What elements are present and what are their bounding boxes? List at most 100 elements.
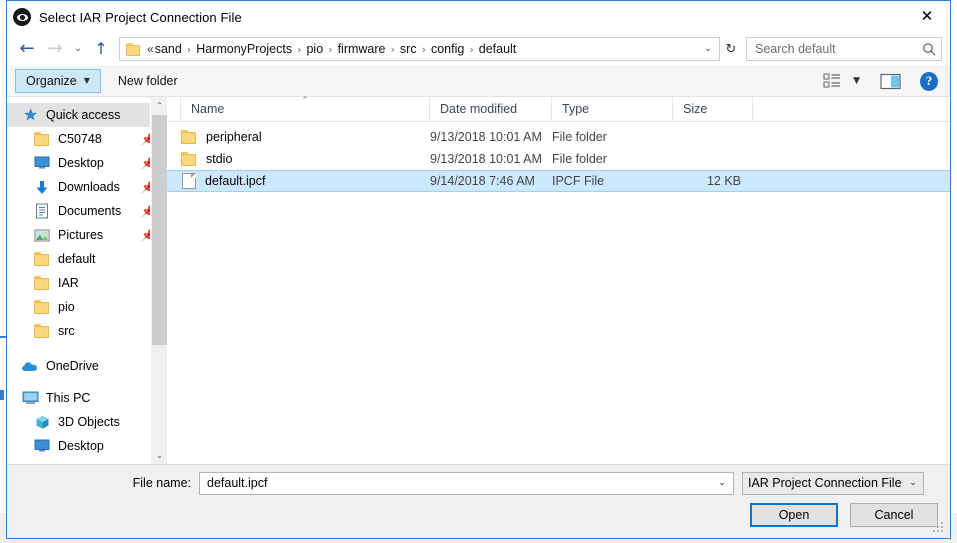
search-input[interactable]: Search default <box>755 42 922 56</box>
3d-objects-icon <box>33 414 51 430</box>
sidebar-item-pio[interactable]: pio <box>7 295 167 319</box>
file-name-label: stdio <box>206 152 233 166</box>
breadcrumb-sep-0[interactable]: › <box>182 43 196 56</box>
column-header-date-modified[interactable]: Date modified <box>430 97 552 121</box>
chevron-down-icon: ▼ <box>853 76 860 86</box>
sidebar-item-label: 3D Objects <box>58 415 120 429</box>
sidebar-item-default[interactable]: default <box>7 247 167 271</box>
preview-pane-icon <box>880 73 901 89</box>
breadcrumb-sep-4[interactable]: › <box>417 43 431 56</box>
sidebar-item-label: Quick access <box>46 108 121 122</box>
iar-app-icon <box>13 8 31 26</box>
file-icon <box>182 173 196 189</box>
breadcrumb-item-5[interactable]: config <box>431 42 464 56</box>
organize-button[interactable]: Organize ▼ <box>15 68 101 93</box>
breadcrumb-bar[interactable]: « sand › HarmonyProjects › pio › firmwar… <box>119 37 720 61</box>
table-row[interactable]: stdio 9/13/2018 10:01 AM File folder <box>167 148 950 170</box>
close-icon[interactable]: ✕ <box>904 1 950 32</box>
scroll-up-icon[interactable]: ⌃ <box>151 97 167 114</box>
file-type-filter-select[interactable]: IAR Project Connection File (*.ip ⌄ <box>742 471 924 495</box>
scrollbar-thumb[interactable] <box>152 115 167 345</box>
search-box[interactable]: Search default <box>746 37 942 61</box>
help-button[interactable]: ? <box>916 68 942 94</box>
command-bar-right-group: ▼ ? <box>819 65 942 97</box>
cancel-button[interactable]: Cancel <box>850 503 938 527</box>
sidebar-item-label: pio <box>58 300 75 314</box>
sidebar-item-c50748[interactable]: C50748 📌 <box>7 127 167 151</box>
column-header-row: ⌃ Name Date modified Type Size <box>167 96 950 122</box>
file-name-input[interactable]: default.ipcf ⌄ <box>199 471 734 495</box>
sidebar-item-documents[interactable]: Documents 📌 <box>7 199 167 223</box>
breadcrumb-sep-3[interactable]: › <box>386 43 400 56</box>
breadcrumb-item-4[interactable]: src <box>400 42 417 56</box>
breadcrumb-sep-2[interactable]: › <box>323 43 337 56</box>
sidebar-item-src[interactable]: src <box>7 319 167 343</box>
navigation-scrollbar[interactable]: ⌃ ⌄ <box>150 97 167 464</box>
file-type-cell: File folder <box>552 130 607 144</box>
breadcrumb-item-1[interactable]: HarmonyProjects <box>196 42 292 56</box>
download-icon <box>33 179 51 195</box>
sidebar-item-label: default <box>58 252 96 266</box>
file-type-cell: File folder <box>552 152 607 166</box>
breadcrumb: « sand › HarmonyProjects › pio › firmwar… <box>147 42 699 56</box>
column-header-size[interactable]: Size <box>673 97 753 121</box>
recent-locations-icon[interactable]: ⌄ <box>69 36 87 62</box>
open-button[interactable]: Open <box>750 503 838 527</box>
file-name-cell: default.ipcf <box>181 173 430 189</box>
table-row[interactable]: default.ipcf 9/14/2018 7:46 AM IPCF File… <box>167 170 950 192</box>
sidebar-item-3d-objects[interactable]: 3D Objects <box>7 410 167 434</box>
breadcrumb-item-0[interactable]: sand <box>155 42 182 56</box>
view-layout-button[interactable] <box>819 68 847 94</box>
breadcrumb-item-3[interactable]: firmware <box>338 42 386 56</box>
forward-icon[interactable]: → <box>41 36 69 62</box>
scroll-down-icon[interactable]: ⌄ <box>151 447 167 464</box>
preview-pane-button[interactable] <box>876 68 906 94</box>
column-header-type[interactable]: Type <box>552 97 673 121</box>
table-row[interactable]: peripheral 9/13/2018 10:01 AM File folde… <box>167 126 950 148</box>
sidebar-item-quick-access[interactable]: Quick access <box>7 103 167 127</box>
view-layout-icon <box>823 73 841 88</box>
breadcrumb-sep-1[interactable]: › <box>292 43 306 56</box>
column-header-name[interactable]: ⌃ Name <box>181 96 430 121</box>
column-header-label: Size <box>683 102 708 116</box>
documents-icon <box>33 203 51 219</box>
refresh-icon[interactable]: ↻ <box>720 37 742 61</box>
window-title: Select IAR Project Connection File <box>39 9 242 25</box>
command-bar: Organize ▼ New folder ▼ ? <box>7 65 950 97</box>
sidebar-item-desktop-2[interactable]: Desktop <box>7 434 167 458</box>
dialog-button-row: Open Cancel <box>750 503 938 527</box>
back-icon[interactable]: ← <box>13 36 41 62</box>
breadcrumb-sep-5[interactable]: › <box>464 43 478 56</box>
sidebar-item-downloads[interactable]: Downloads 📌 <box>7 175 167 199</box>
chevron-down-icon[interactable]: ⌄ <box>699 44 717 54</box>
sidebar-item-pictures[interactable]: Pictures 📌 <box>7 223 167 247</box>
file-size-cell: 12 KB <box>706 174 741 188</box>
navigation-list: Quick access C50748 📌 Desktop 📌 Download… <box>7 97 167 458</box>
sidebar-item-onedrive[interactable]: OneDrive <box>7 354 167 378</box>
chevron-down-icon: ▼ <box>83 76 90 85</box>
desktop-icon <box>33 155 51 171</box>
file-date-cell: 9/14/2018 7:46 AM <box>430 174 535 188</box>
chevron-down-icon[interactable]: ⌄ <box>713 478 731 488</box>
sidebar-item-label: IAR <box>58 276 79 290</box>
resize-grip[interactable] <box>933 522 945 534</box>
dialog-footer: File name: default.ipcf ⌄ IAR Project Co… <box>7 464 950 538</box>
view-layout-dropdown[interactable]: ▼ <box>849 68 864 94</box>
new-folder-button[interactable]: New folder <box>107 69 189 93</box>
breadcrumb-item-6[interactable]: default <box>479 42 517 56</box>
sidebar-item-label: OneDrive <box>46 359 99 373</box>
sidebar-item-this-pc[interactable]: This PC <box>7 386 167 410</box>
sidebar-item-desktop[interactable]: Desktop 📌 <box>7 151 167 175</box>
up-icon[interactable]: ↑ <box>87 36 115 62</box>
sidebar-item-label: Downloads <box>58 180 120 194</box>
sidebar-item-label: Desktop <box>58 156 104 170</box>
breadcrumb-item-2[interactable]: pio <box>306 42 323 56</box>
folder-icon <box>181 130 198 144</box>
sort-ascending-icon: ⌃ <box>301 96 309 106</box>
backdrop-accent-2 <box>0 390 4 400</box>
file-name-label: default.ipcf <box>205 174 266 188</box>
sidebar-item-iar[interactable]: IAR <box>7 271 167 295</box>
chevron-down-icon[interactable]: ⌄ <box>905 478 921 488</box>
star-pin-icon <box>21 107 39 123</box>
breadcrumb-overflow-icon[interactable]: « <box>147 42 155 56</box>
